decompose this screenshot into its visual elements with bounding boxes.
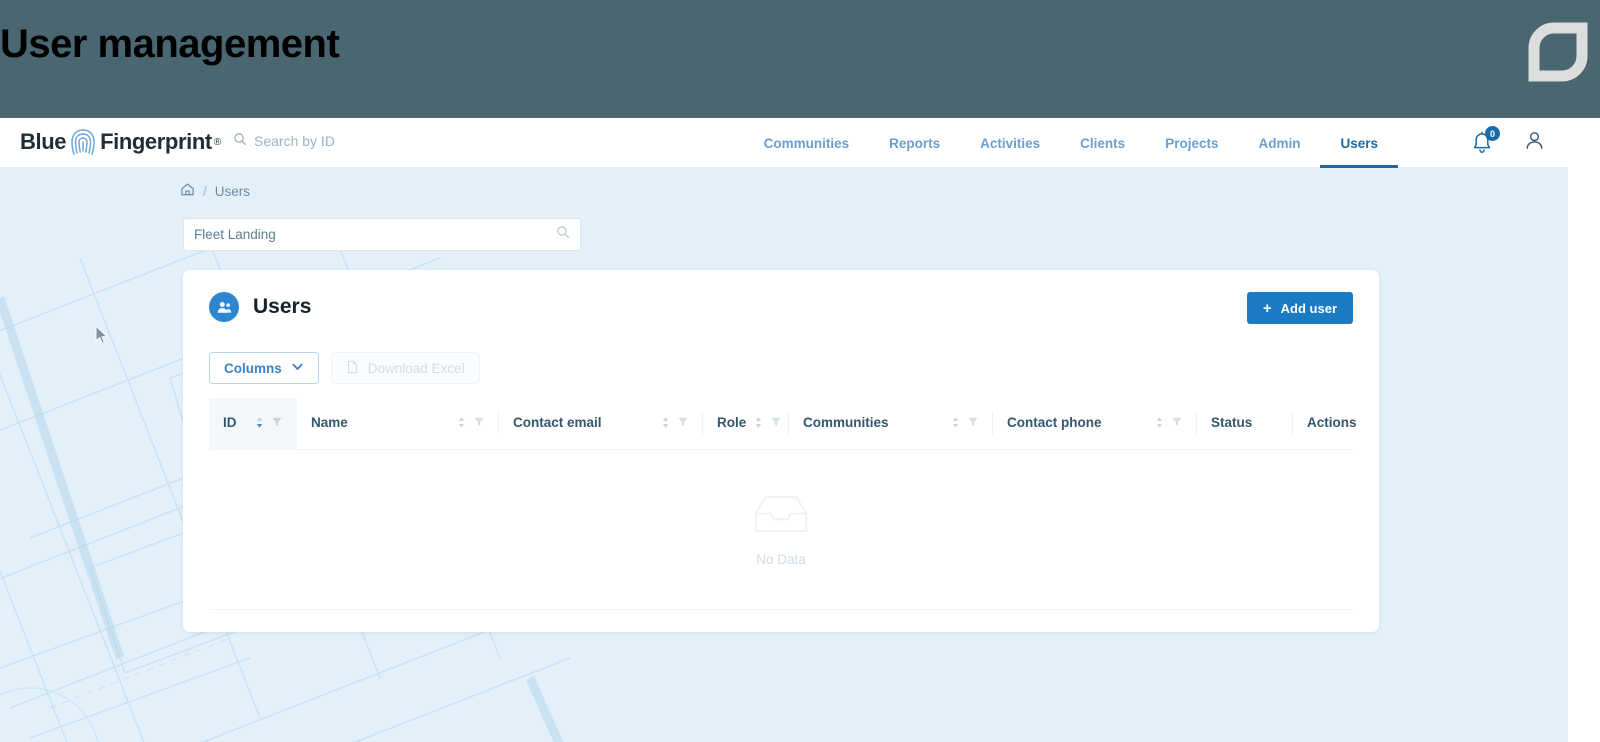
column-tools-communities: [951, 416, 979, 432]
table-header-row: ID Name Contact email Role Communities C…: [209, 398, 1357, 450]
page-title: User management: [0, 22, 340, 66]
column-label-actions: Actions: [1307, 415, 1357, 431]
nav-item-clients[interactable]: Clients: [1060, 118, 1145, 168]
notifications-button[interactable]: 0: [1471, 126, 1500, 155]
users-group-icon: [209, 292, 239, 322]
column-label-id: ID: [223, 415, 237, 431]
card-title: Users: [253, 295, 312, 318]
user-avatar-icon: [1523, 132, 1546, 156]
brand-word-blue: Blue: [20, 129, 67, 154]
column-header-name[interactable]: Name: [297, 398, 499, 449]
column-header-contact-phone[interactable]: Contact phone: [993, 398, 1197, 449]
column-tools-id: [255, 416, 283, 432]
sort-icon[interactable]: [754, 416, 763, 432]
column-label-contact-email: Contact email: [513, 415, 602, 431]
nav-item-activities[interactable]: Activities: [960, 118, 1060, 168]
filter-icon[interactable]: [1171, 416, 1183, 431]
search-icon: [233, 132, 247, 149]
sort-icon[interactable]: [951, 416, 960, 432]
columns-button[interactable]: Columns: [209, 352, 319, 384]
column-header-actions: Actions: [1293, 398, 1357, 449]
bell-icon: [1471, 131, 1493, 159]
search-icon[interactable]: [556, 225, 570, 244]
nav-item-projects[interactable]: Projects: [1145, 118, 1238, 168]
filter-icon[interactable]: [677, 416, 689, 431]
filter-icon[interactable]: [271, 416, 283, 431]
nav-item-reports[interactable]: Reports: [869, 118, 960, 168]
navbar-search[interactable]: Search by ID: [233, 132, 335, 149]
add-user-label: Add user: [1280, 300, 1337, 316]
download-excel-button[interactable]: Download Excel: [330, 352, 480, 384]
empty-state-label: No Data: [756, 552, 806, 567]
column-tools-name: [457, 416, 485, 432]
navbar-search-placeholder: Search by ID: [254, 132, 335, 149]
column-header-communities[interactable]: Communities: [789, 398, 993, 449]
nav-item-admin[interactable]: Admin: [1238, 118, 1320, 168]
sort-icon[interactable]: [457, 416, 466, 432]
filter-icon[interactable]: [473, 416, 485, 431]
table-empty-state: No Data: [209, 450, 1353, 610]
nav-item-communities[interactable]: Communities: [744, 118, 870, 168]
users-table: ID Name Contact email Role Communities C…: [209, 398, 1357, 610]
column-header-status[interactable]: Status: [1197, 398, 1293, 449]
primary-nav: Communities Reports Activities Clients P…: [744, 118, 1398, 168]
sort-icon[interactable]: [661, 416, 670, 432]
filter-icon[interactable]: [967, 416, 979, 431]
fingerprint-icon: [68, 126, 98, 158]
column-header-id[interactable]: ID: [209, 398, 297, 449]
page-banner: User management: [0, 0, 1600, 118]
column-header-contact-email[interactable]: Contact email: [499, 398, 703, 449]
leaf-logo-icon: [1524, 18, 1592, 86]
column-label-status: Status: [1211, 415, 1253, 431]
table-toolbar: Columns Download Excel: [209, 352, 480, 384]
brand-word-fingerprint: Fingerprint: [100, 129, 212, 154]
profile-button[interactable]: [1523, 129, 1546, 157]
download-excel-label: Download Excel: [367, 360, 465, 376]
column-tools-contact-email: [661, 416, 689, 432]
navbar-actions: 0: [1471, 118, 1546, 168]
top-navbar: Blue Fingerprint ® Search by ID Communit…: [0, 118, 1568, 168]
column-tools-contact-phone: [1155, 416, 1183, 432]
sort-icon[interactable]: [255, 416, 264, 432]
chevron-down-icon: [291, 360, 304, 376]
nav-item-users[interactable]: Users: [1320, 118, 1398, 168]
trademark-symbol: ®: [213, 136, 222, 148]
app-viewport: Blue Fingerprint ® Search by ID Communit…: [0, 118, 1568, 742]
breadcrumb: / Users: [180, 182, 250, 200]
mouse-pointer-icon: [95, 325, 109, 344]
card-header: Users: [209, 292, 311, 322]
plus-icon: +: [1262, 299, 1272, 317]
column-label-communities: Communities: [803, 415, 889, 431]
breadcrumb-separator: /: [203, 183, 207, 199]
brand-logo[interactable]: Blue Fingerprint ®: [20, 126, 221, 158]
breadcrumb-current[interactable]: Users: [215, 184, 250, 199]
column-label-role: Role: [717, 415, 747, 431]
column-tools-role: [754, 416, 782, 432]
empty-inbox-icon: [750, 492, 812, 542]
sort-icon[interactable]: [1155, 416, 1164, 432]
columns-label: Columns: [224, 360, 282, 376]
file-icon: [346, 360, 359, 377]
home-icon[interactable]: [180, 182, 195, 200]
add-user-button[interactable]: + Add user: [1246, 292, 1353, 324]
notification-badge: 0: [1485, 126, 1500, 141]
community-search-field[interactable]: [183, 218, 581, 251]
column-label-contact-phone: Contact phone: [1007, 415, 1102, 431]
column-label-name: Name: [311, 415, 348, 431]
community-search-input[interactable]: [194, 227, 556, 242]
filter-icon[interactable]: [770, 416, 782, 431]
users-card: Users + Add user Columns Download Excel …: [183, 270, 1379, 632]
column-header-role[interactable]: Role: [703, 398, 789, 449]
